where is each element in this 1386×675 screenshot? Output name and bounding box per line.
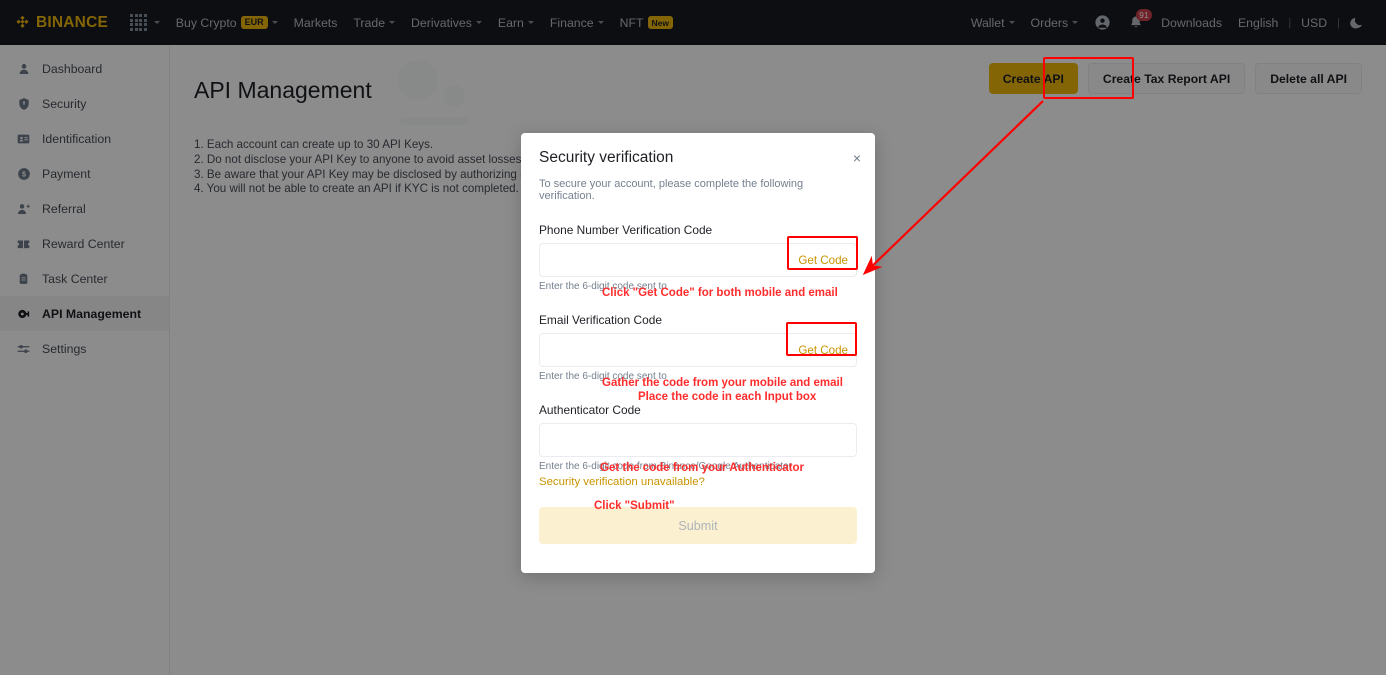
annotation-click-get-code: Click "Get Code" for both mobile and ema… — [602, 287, 838, 299]
authenticator-code-input[interactable] — [539, 423, 857, 457]
modal-title: Security verification — [539, 149, 674, 166]
annotation-place-code: Place the code in each Input box — [638, 391, 817, 403]
email-code-label: Email Verification Code — [539, 313, 662, 327]
authenticator-code-field-wrap — [539, 423, 857, 457]
annotation-gather-code: Gather the code from your mobile and ema… — [602, 377, 843, 389]
binance-api-management-page: BINANCE Buy Crypto EUR Markets Trade Der… — [0, 0, 1386, 675]
email-get-code-button[interactable]: Get Code — [798, 333, 848, 367]
security-verification-modal: Security verification × To secure your a… — [521, 133, 875, 573]
close-icon[interactable]: × — [853, 151, 861, 165]
annotation-click-submit: Click "Submit" — [594, 500, 675, 512]
annotation-get-authenticator-code: Get the code from your Authenticator — [600, 462, 805, 474]
phone-get-code-button[interactable]: Get Code — [798, 243, 848, 277]
modal-subtitle: To secure your account, please complete … — [539, 178, 804, 202]
email-code-field-wrap: Get Code — [539, 333, 857, 367]
submit-button[interactable]: Submit — [539, 507, 857, 544]
phone-code-label: Phone Number Verification Code — [539, 223, 713, 237]
security-verification-unavailable-link[interactable]: Security verification unavailable? — [539, 476, 705, 488]
phone-code-field-wrap: Get Code — [539, 243, 857, 277]
authenticator-code-label: Authenticator Code — [539, 403, 641, 417]
